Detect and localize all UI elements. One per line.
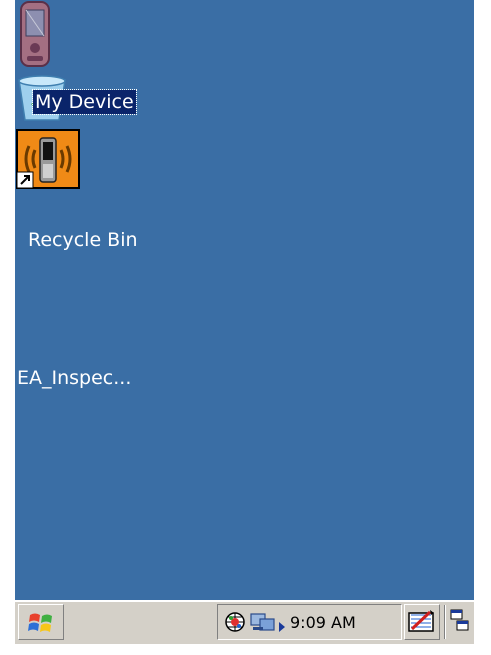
system-tray: 9:09 AM [217,604,402,640]
my-device-label[interactable]: My Device [32,89,137,115]
my-device-icon[interactable] [15,0,474,74]
network-globe-icon[interactable] [224,611,246,637]
screen-border-right [474,0,491,655]
window-switcher-button[interactable] [448,604,472,640]
windows-start-icon [27,609,55,641]
screen-border-bottom [0,644,491,655]
desktop: My Device Recycle Bin EA_Inspec... [15,0,474,600]
start-button[interactable] [18,604,64,640]
taskbar: 9:09 AM [15,600,474,645]
network-connection-icon[interactable] [250,611,276,637]
desktop-icon-my-device[interactable]: My Device [15,0,474,115]
input-panel-button[interactable] [404,604,440,640]
recycle-bin-label[interactable]: Recycle Bin [26,228,140,252]
ea-inspector-label[interactable]: EA_Inspec... [15,366,133,390]
desktop-icon-ea-inspector[interactable]: EA_Inspec... [15,128,474,389]
ea-inspector-shortcut-icon[interactable] [15,128,474,196]
input-panel-icon [408,609,436,639]
window-switcher-icon [450,609,470,637]
tray-clock[interactable]: 9:09 AM [290,613,356,632]
tray-expand-arrow-icon[interactable] [278,617,286,636]
taskbar-separator [444,605,446,639]
